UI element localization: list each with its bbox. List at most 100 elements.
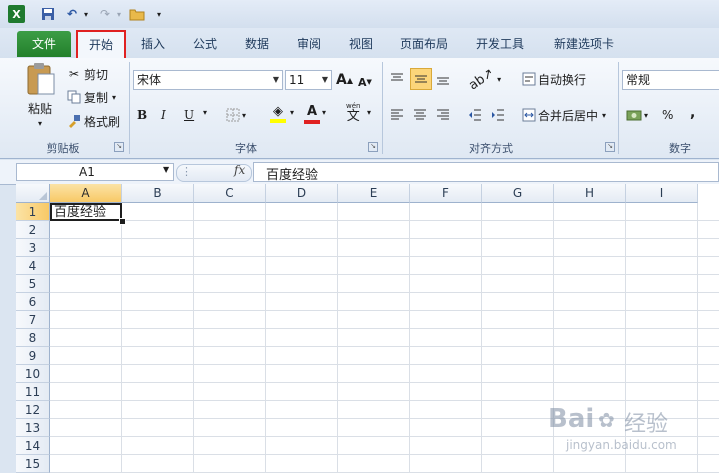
redo-icon[interactable]: ↷	[98, 5, 112, 23]
decrease-indent-button[interactable]	[468, 106, 484, 124]
grid-column-line	[193, 203, 194, 472]
font-launcher-icon[interactable]: ↘	[368, 142, 378, 152]
select-all-corner[interactable]	[16, 184, 50, 203]
open-folder-icon[interactable]	[128, 5, 146, 23]
tab-developer[interactable]: 开发工具	[466, 31, 534, 57]
font-color-dropdown-icon[interactable]: ▾	[322, 108, 326, 117]
comma-button[interactable]: ,	[690, 104, 695, 122]
row-header-8[interactable]: 8	[16, 329, 50, 347]
fill-color-swatch	[270, 119, 286, 123]
tab-insert[interactable]: 插入	[130, 31, 176, 57]
fill-handle[interactable]	[119, 218, 126, 225]
paste-button[interactable]: 粘贴 ▾	[22, 62, 58, 130]
align-top-button[interactable]	[390, 70, 406, 88]
underline-button[interactable]: U	[184, 106, 200, 124]
italic-button[interactable]: I	[161, 106, 177, 124]
column-header-g[interactable]: G	[482, 184, 554, 203]
align-right-button[interactable]	[436, 106, 452, 124]
phonetic-dropdown-icon[interactable]: ▾	[367, 108, 371, 117]
merge-center-button[interactable]: 合并后居中 ▾	[520, 106, 606, 124]
formula-input[interactable]: 百度经验	[253, 162, 719, 183]
fill-dropdown-icon[interactable]: ▾	[290, 108, 294, 117]
row-header-1[interactable]: 1	[16, 203, 50, 221]
row-header-6[interactable]: 6	[16, 293, 50, 311]
row-header-9[interactable]: 9	[16, 347, 50, 365]
currency-icon	[626, 108, 642, 122]
phonetic-button[interactable]: wén 文	[346, 102, 360, 126]
tab-data[interactable]: 数据	[234, 31, 280, 57]
excel-icon[interactable]: X	[8, 5, 25, 23]
tab-home[interactable]: 开始	[76, 30, 126, 60]
grow-font-button[interactable]: A ▲	[336, 71, 353, 89]
copy-button[interactable]: 复制 ▾	[66, 88, 116, 106]
tab-file[interactable]: 文件	[17, 31, 71, 57]
qat-customize-icon[interactable]: ▾	[154, 5, 164, 23]
bold-button[interactable]: B	[137, 106, 153, 124]
border-button[interactable]: ▾	[226, 106, 246, 124]
tab-formulas[interactable]: 公式	[182, 31, 228, 57]
grow-font-letter: A	[336, 72, 347, 88]
phonetic-icon: 文	[346, 109, 360, 124]
row-header-14[interactable]: 14	[16, 437, 50, 455]
row-header-7[interactable]: 7	[16, 311, 50, 329]
format-painter-label: 格式刷	[84, 114, 121, 129]
underline-dropdown-icon[interactable]: ▾	[203, 108, 207, 117]
grid-row-line	[50, 292, 719, 293]
undo-icon[interactable]: ↶	[65, 5, 79, 23]
increase-indent-button[interactable]	[491, 106, 507, 124]
column-header-c[interactable]: C	[194, 184, 266, 203]
group-divider	[129, 62, 130, 154]
column-header-b[interactable]: B	[122, 184, 194, 203]
align-bottom-button[interactable]	[436, 70, 452, 88]
tab-view[interactable]: 视图	[338, 31, 384, 57]
grid-row-line	[50, 346, 719, 347]
name-box-dropdown-icon: ▼	[163, 165, 170, 174]
save-icon[interactable]	[40, 5, 56, 23]
tab-new-tab[interactable]: 新建选项卡	[542, 31, 626, 57]
accounting-format-button[interactable]: ▾	[626, 106, 648, 124]
splitter-dots-icon: ⋮	[181, 165, 192, 178]
row-header-13[interactable]: 13	[16, 419, 50, 437]
row-header-15[interactable]: 15	[16, 455, 50, 473]
row-header-4[interactable]: 4	[16, 257, 50, 275]
row-header-2[interactable]: 2	[16, 221, 50, 239]
column-header-h[interactable]: H	[554, 184, 626, 203]
row-header-11[interactable]: 11	[16, 383, 50, 401]
tab-review[interactable]: 审阅	[286, 31, 332, 57]
undo-dropdown-icon[interactable]: ▾	[82, 5, 90, 23]
active-cell-a1[interactable]: 百度经验	[50, 203, 122, 221]
wrap-text-button[interactable]: 自动换行	[520, 70, 586, 88]
font-color-button[interactable]: A	[304, 104, 320, 126]
font-name-combo[interactable]: 宋体 ▼	[133, 70, 283, 90]
align-left-button[interactable]	[390, 106, 406, 124]
cut-button[interactable]: ✂ 剪切	[66, 65, 108, 83]
increase-indent-icon	[492, 109, 504, 121]
percent-button[interactable]: %	[662, 106, 673, 124]
clipboard-launcher-icon[interactable]: ↘	[114, 142, 124, 152]
row-header-3[interactable]: 3	[16, 239, 50, 257]
redo-dropdown-icon[interactable]: ▾	[115, 5, 123, 23]
column-header-a[interactable]: A	[50, 184, 122, 203]
align-center-button[interactable]	[413, 106, 429, 124]
format-painter-button[interactable]: 格式刷	[66, 112, 120, 130]
tab-page-layout[interactable]: 页面布局	[390, 31, 458, 57]
fill-color-button[interactable]: ◈	[270, 104, 286, 126]
name-box[interactable]: A1 ▼	[16, 163, 174, 181]
shrink-font-button[interactable]: A ▼	[358, 73, 372, 91]
column-header-e[interactable]: E	[338, 184, 410, 203]
align-middle-button[interactable]	[410, 68, 432, 90]
font-size-value: 11	[289, 73, 305, 87]
row-header-10[interactable]: 10	[16, 365, 50, 383]
row-header-5[interactable]: 5	[16, 275, 50, 293]
column-header-i[interactable]: I	[626, 184, 698, 203]
font-size-combo[interactable]: 11 ▼	[285, 70, 332, 90]
orientation-button[interactable]: ab↗ ▾	[466, 65, 501, 93]
align-center-icon	[414, 109, 426, 120]
insert-function-button[interactable]: fx	[234, 163, 245, 177]
row-header-12[interactable]: 12	[16, 401, 50, 419]
alignment-launcher-icon[interactable]: ↘	[605, 142, 615, 152]
column-header-f[interactable]: F	[410, 184, 482, 203]
number-format-combo[interactable]: 常规	[622, 70, 719, 90]
formula-content: 百度经验	[266, 168, 319, 183]
column-header-d[interactable]: D	[266, 184, 338, 203]
